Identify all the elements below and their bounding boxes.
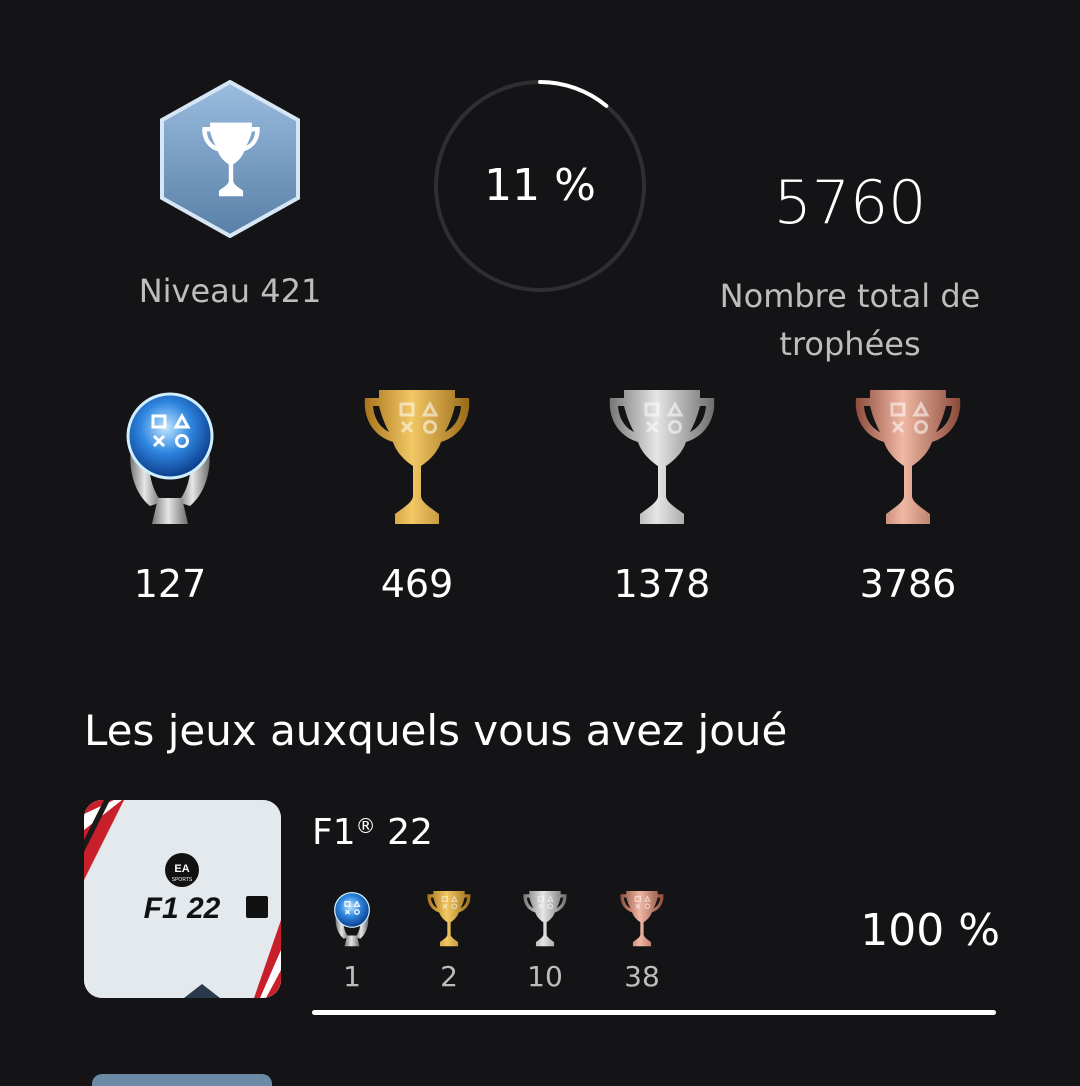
game-platinum-count: 1 [343, 960, 361, 993]
total-trophies-label: Nombre total de trophées [700, 272, 1000, 368]
total-trophies-label-line2: trophées [779, 325, 921, 363]
platinum-count: 127 [133, 562, 207, 606]
level-trophy-hexagon-icon [160, 79, 300, 239]
gold-trophy-icon [357, 378, 477, 538]
game-cover-f1-22[interactable]: EA SPORTS F1 22 [84, 800, 281, 998]
game-silver-count: 10 [527, 960, 563, 993]
platinum-trophy-icon [110, 378, 230, 538]
game-bronze-count: 38 [624, 960, 660, 993]
next-game-cover-peek[interactable] [92, 1074, 272, 1086]
game-progress-fill [312, 1010, 996, 1015]
cover-ea-sports: SPORTS [172, 877, 193, 883]
cover-ea-badge: EA [174, 863, 189, 875]
total-trophies-value: 5760 [773, 168, 927, 238]
game-title-name: F1 [312, 812, 356, 853]
game-title[interactable]: F1® 22 [312, 812, 433, 853]
silver-trophy-icon [520, 886, 570, 952]
section-title: Les jeux auxquels vous avez joué [84, 706, 788, 755]
bronze-count: 3786 [859, 562, 957, 606]
gold-trophy-icon [424, 886, 474, 952]
gold-count: 469 [380, 562, 454, 606]
total-trophies-label-line1: Nombre total de [719, 277, 981, 315]
registered-mark: ® [355, 814, 376, 838]
platinum-trophy-icon [327, 886, 377, 952]
level-label: Niveau 421 [138, 272, 322, 310]
bronze-trophy-icon [617, 886, 667, 952]
game-title-suffix: 22 [375, 812, 433, 853]
completion-percentage: 11 % [484, 160, 596, 211]
cover-logo: F1 22 [144, 892, 221, 925]
bronze-trophy-icon [848, 378, 968, 538]
game-progress-bar [312, 1010, 996, 1015]
silver-count: 1378 [613, 562, 711, 606]
silver-trophy-icon [602, 378, 722, 538]
game-gold-count: 2 [440, 960, 458, 993]
game-progress-percentage: 100 % [860, 905, 1000, 956]
